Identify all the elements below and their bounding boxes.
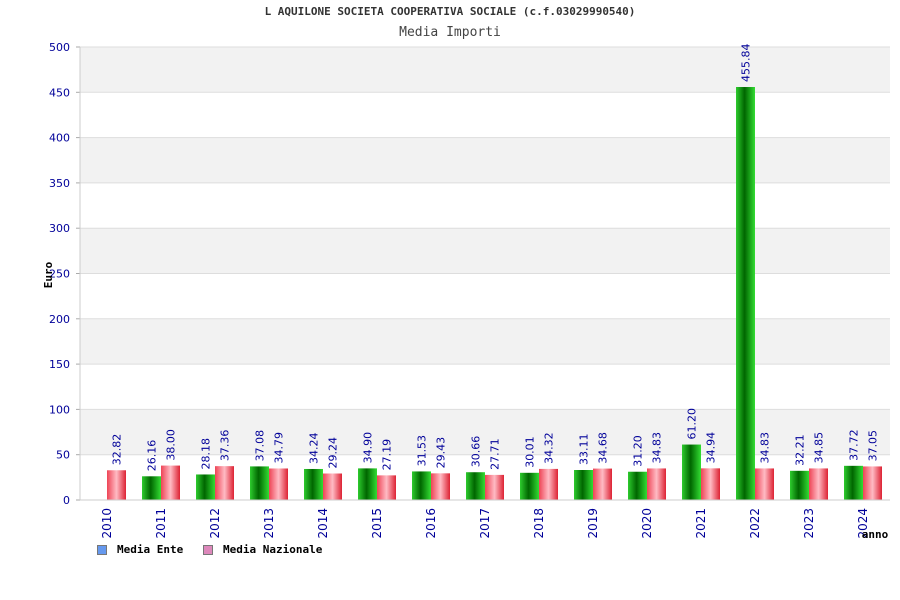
data-label: 31.53: [416, 435, 429, 467]
data-label: 26.16: [146, 440, 159, 472]
bar-media-nazionale: [647, 468, 666, 500]
x-tick-label: 2012: [208, 508, 222, 539]
legend-item-media-ente: Media Ente: [97, 543, 183, 556]
x-tick-label: 2017: [478, 508, 492, 539]
x-tick-label: 2013: [262, 508, 276, 539]
data-label: 34.79: [273, 432, 286, 464]
data-label: 33.11: [578, 434, 591, 466]
legend-swatch-media-nazionale: [203, 544, 213, 555]
x-axis-label: anno: [862, 528, 889, 541]
y-tick-label: 200: [49, 313, 70, 326]
data-label: 455.84: [740, 44, 753, 83]
data-label: 30.01: [524, 436, 537, 468]
bar-media-nazionale: [755, 468, 774, 500]
grid-band: [80, 47, 890, 93]
grid-band: [80, 318, 890, 365]
y-tick-label: 500: [49, 41, 70, 54]
x-tick-label: 2015: [370, 508, 384, 539]
data-label: 34.85: [813, 432, 826, 464]
bar-media-nazionale: [431, 473, 450, 500]
legend-label-media-ente: Media Ente: [117, 543, 184, 556]
bar-media-nazionale: [863, 466, 882, 500]
x-tick-label: 2019: [586, 508, 600, 539]
grid-band: [80, 137, 890, 183]
legend-item-media-nazionale: Media Nazionale: [203, 543, 322, 556]
x-tick-label: 2010: [100, 508, 114, 539]
x-axis-ticks: 2010 2011 2012 2013 2014 2015 2016 2017 2018 2019…: [100, 508, 870, 539]
y-axis-label: Euro: [42, 261, 55, 288]
chart-title: L AQUILONE SOCIETA COOPERATIVA SOCIALE (…: [264, 5, 636, 18]
bar-media-nazionale: [215, 466, 234, 500]
data-label: 27.71: [489, 438, 502, 470]
bar-media-nazionale: [593, 468, 612, 500]
y-tick-label: 0: [63, 494, 70, 507]
x-tick-label: 2023: [802, 508, 816, 539]
data-label: 34.32: [543, 432, 556, 464]
bar-media-nazionale: [701, 468, 720, 500]
bar-media-ente: [412, 471, 431, 500]
data-label: 30.66: [470, 436, 483, 468]
data-label: 37.36: [219, 430, 232, 462]
bar-media-nazionale: [809, 468, 828, 500]
bar-media-ente: [682, 444, 701, 500]
data-label: 29.24: [327, 437, 340, 469]
data-label: 38.00: [165, 429, 178, 461]
data-label: 34.24: [308, 432, 321, 464]
chart: 32.82 26.16 38.00 28.18 37.36 37.08 34.79 34.24…: [42, 41, 890, 541]
bar-media-ente: [574, 470, 593, 500]
data-label: 28.18: [200, 438, 213, 470]
x-tick-label: 2020: [640, 508, 654, 539]
bar-media-nazionale: [377, 475, 396, 500]
data-label: 34.83: [651, 432, 664, 464]
data-label: 34.90: [362, 432, 375, 464]
bar-media-ente: [196, 474, 215, 500]
bar-media-nazionale: [269, 468, 288, 500]
data-label: 34.68: [597, 432, 610, 464]
legend-label-media-nazionale: Media Nazionale: [223, 543, 323, 556]
x-tick-label: 2014: [316, 508, 330, 539]
y-tick-label: 350: [49, 177, 70, 190]
bar-media-nazionale: [539, 468, 558, 500]
bar-media-ente: [358, 468, 377, 500]
y-tick-label: 150: [49, 358, 70, 371]
y-tick-label: 400: [49, 132, 70, 145]
bar-media-ente: [466, 472, 485, 500]
data-label: 29.43: [435, 437, 448, 469]
x-tick-label: 2021: [694, 508, 708, 539]
chart-subtitle: Media Importi: [399, 25, 501, 40]
x-tick-label: 2016: [424, 508, 438, 539]
y-tick-label: 100: [49, 403, 70, 416]
y-tick-label: 450: [49, 86, 70, 99]
data-label: 31.20: [632, 435, 645, 467]
x-tick-label: 2022: [748, 508, 762, 539]
y-tick-label: 50: [56, 449, 70, 462]
plot-background: [80, 47, 890, 455]
bar-media-nazionale: [107, 470, 126, 500]
y-tick-label: 300: [49, 222, 70, 235]
x-tick-label: 2011: [154, 508, 168, 539]
bar-media-nazionale: [485, 474, 504, 500]
data-label: 37.08: [254, 430, 267, 462]
bar-media-ente: [628, 471, 647, 500]
bar-media-ente: [844, 465, 863, 500]
data-label: 61.20: [686, 408, 699, 440]
data-label: 34.83: [759, 432, 772, 464]
legend-swatch-media-ente: [97, 544, 107, 555]
data-label: 37.05: [867, 430, 880, 462]
data-label: 32.21: [794, 434, 807, 466]
x-tick-label: 2018: [532, 508, 546, 539]
bar-media-ente: [142, 476, 161, 500]
bar-media-ente: [790, 470, 809, 500]
bar-media-ente: [736, 87, 755, 500]
bar-media-nazionale: [323, 473, 342, 500]
bar-media-ente: [304, 468, 323, 500]
grid-band: [80, 228, 890, 274]
bar-media-ente: [250, 466, 269, 500]
bar-media-nazionale: [161, 465, 180, 500]
data-label: 27.19: [381, 439, 394, 471]
data-label: 34.94: [705, 432, 718, 464]
data-label: 32.82: [111, 434, 124, 466]
data-label: 37.72: [848, 429, 861, 461]
bar-media-ente: [520, 472, 539, 500]
